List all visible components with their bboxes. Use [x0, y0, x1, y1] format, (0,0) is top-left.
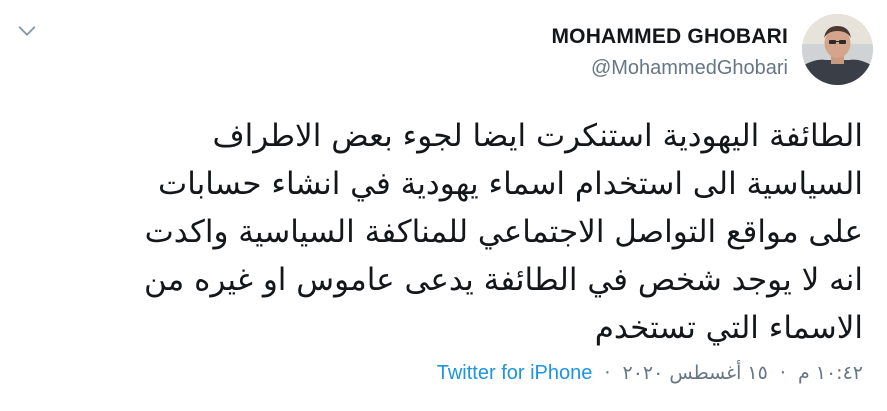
user-handle[interactable]: @MohammedGhobari: [591, 54, 788, 82]
tweet-line: انه لا يوجد شخص في الطائفة يدعى عاموس او…: [144, 262, 863, 298]
tweet-date[interactable]: ١٥ أغسطس ٢٠٢٠: [623, 362, 768, 384]
tweet-metadata: ١٠:٤٢ م · ١٥ أغسطس ٢٠٢٠ · Twitter for iP…: [437, 362, 863, 385]
tweet-text: الطائفة اليهودية استنكرت ايضا لجوء بعض ا…: [20, 112, 863, 352]
tweet-time[interactable]: ١٠:٤٢ م: [798, 362, 863, 384]
avatar[interactable]: [802, 14, 873, 85]
separator-dot: ·: [779, 362, 786, 384]
display-name[interactable]: MOHAMMED GHOBARI: [551, 24, 788, 50]
tweet-line: الطائفة اليهودية استنكرت ايضا لجوء بعض ا…: [212, 118, 863, 154]
chevron-down-icon-glyph: [18, 26, 36, 36]
chevron-down-icon[interactable]: [14, 18, 40, 44]
separator-dot: ·: [604, 362, 611, 384]
tweet-header: MOHAMMED GHOBARI @MohammedGhobari: [551, 14, 873, 85]
author-info[interactable]: MOHAMMED GHOBARI @MohammedGhobari: [551, 14, 788, 82]
tweet-line: على مواقع التواصل الاجتماعي للمناكفة الس…: [144, 214, 863, 250]
tweet-source-link[interactable]: Twitter for iPhone: [437, 362, 593, 384]
tweet-line: السياسية الى استخدام اسماء يهودية في انش…: [158, 166, 863, 202]
tweet-line: الاسماء التي تستخدم: [594, 310, 863, 346]
